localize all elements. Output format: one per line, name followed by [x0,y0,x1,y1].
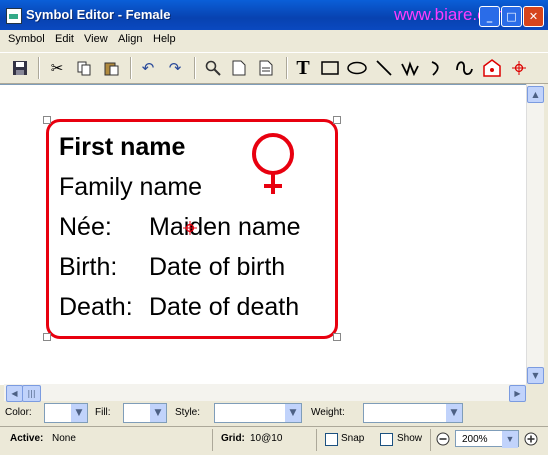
fill-label: Fill: [95,407,111,418]
window-title: Symbol Editor - Female [26,7,171,22]
anchor-tool-icon[interactable] [481,57,503,79]
chevron-down-icon[interactable]: ▼ [150,404,166,422]
status-divider [430,429,431,451]
snap-label: Snap [341,433,365,444]
zoom-icon[interactable] [202,57,224,79]
menu-symbol[interactable]: Symbol [8,33,45,45]
show-checkbox[interactable] [380,433,393,446]
show-label: Show [397,433,423,444]
scroll-right-icon[interactable]: ▶ [509,385,526,402]
death-label[interactable]: Death: [59,293,133,322]
menu-align[interactable]: Align [118,33,142,45]
toolbar-separator [130,57,132,79]
family-name-text[interactable]: Family name [59,173,202,202]
maximize-button[interactable]: □ [501,6,522,27]
chevron-down-icon[interactable]: ▼ [502,431,518,448]
birth-label[interactable]: Birth: [59,253,117,282]
toolbar-separator [194,57,196,79]
toolbar: ✂ ↶ ↷ T [0,52,548,84]
chevron-down-icon[interactable]: ▼ [285,404,301,422]
grid-label: Grid: [221,433,245,444]
polyline-tool-icon[interactable] [399,57,421,79]
selection-handle[interactable] [43,116,51,124]
color-label: Color: [5,407,32,418]
cut-icon[interactable]: ✂ [46,57,68,79]
horizontal-scrollbar[interactable]: ◀ ||| ▶ [4,384,526,402]
date-of-death-text[interactable]: Date of death [149,293,299,322]
minimize-button[interactable]: _ [479,6,500,27]
app-icon [6,8,22,24]
undo-icon[interactable]: ↶ [137,57,159,79]
status-bar: Active: None Grid: 10@10 Snap Show 200% ▼ [0,426,548,455]
style-select[interactable]: ▼ [214,403,302,423]
close-button[interactable]: ✕ [523,6,544,27]
style-label: Style: [175,407,201,418]
vertical-scrollbar[interactable]: ▲ ▼ [526,84,544,384]
weight-label: Weight: [311,407,345,418]
menu-view[interactable]: View [84,33,108,45]
scroll-down-icon[interactable]: ▼ [527,367,544,384]
rectangle-tool-icon[interactable] [319,57,341,79]
chevron-down-icon[interactable]: ▼ [446,404,462,422]
toolbar-separator [38,57,40,79]
scroll-thumb[interactable]: ||| [22,385,41,402]
scroll-left-icon[interactable]: ◀ [6,385,23,402]
fill-select[interactable]: ▼ [123,403,167,423]
properties-bar: Color: ▼ Fill: ▼ Style: ▼ Weight: ▼ [0,402,548,424]
title-bar: Symbol Editor - Female www.biare.com _ □… [0,0,548,30]
grid-value: 10@10 [250,433,283,444]
chevron-down-icon[interactable]: ▼ [71,404,87,422]
status-divider [316,429,317,451]
zoom-select[interactable]: 200% ▼ [455,430,519,448]
redo-icon[interactable]: ↷ [164,57,186,79]
maiden-name-text[interactable]: Maiden name [149,213,300,242]
female-symbol-icon[interactable] [248,130,300,196]
zoom-out-icon[interactable] [436,432,450,446]
menu-bar: Symbol Edit View Align Help [0,30,548,50]
active-label: Active: [10,433,44,444]
anchor-point-icon[interactable] [183,221,197,235]
date-of-birth-text[interactable]: Date of birth [149,253,285,282]
snap-checkbox[interactable] [325,433,338,446]
selection-handle[interactable] [333,333,341,341]
save-icon[interactable] [9,57,31,79]
selection-handle[interactable] [333,116,341,124]
menu-edit[interactable]: Edit [55,33,74,45]
nee-label[interactable]: Née: [59,213,112,242]
zoom-value: 200% [462,434,488,445]
status-divider [212,429,213,451]
active-value: None [52,433,76,444]
zoom-in-icon[interactable] [524,432,538,446]
toolbar-separator [286,57,288,79]
paste-icon[interactable] [100,57,122,79]
menu-help[interactable]: Help [153,33,176,45]
selection-handle[interactable] [43,333,51,341]
scroll-up-icon[interactable]: ▲ [527,86,544,103]
line-tool-icon[interactable] [373,57,395,79]
center-tool-icon[interactable] [508,57,530,79]
first-name-text[interactable]: First name [59,133,185,162]
ellipse-tool-icon[interactable] [346,57,368,79]
color-select[interactable]: ▼ [44,403,88,423]
weight-select[interactable]: ▼ [363,403,463,423]
page-icon[interactable] [228,57,250,79]
text-tool-icon[interactable]: T [292,57,314,79]
page-lines-icon[interactable] [255,57,277,79]
arc-tool-icon[interactable] [426,57,448,79]
curve-tool-icon[interactable] [453,57,475,79]
copy-icon[interactable] [73,57,95,79]
